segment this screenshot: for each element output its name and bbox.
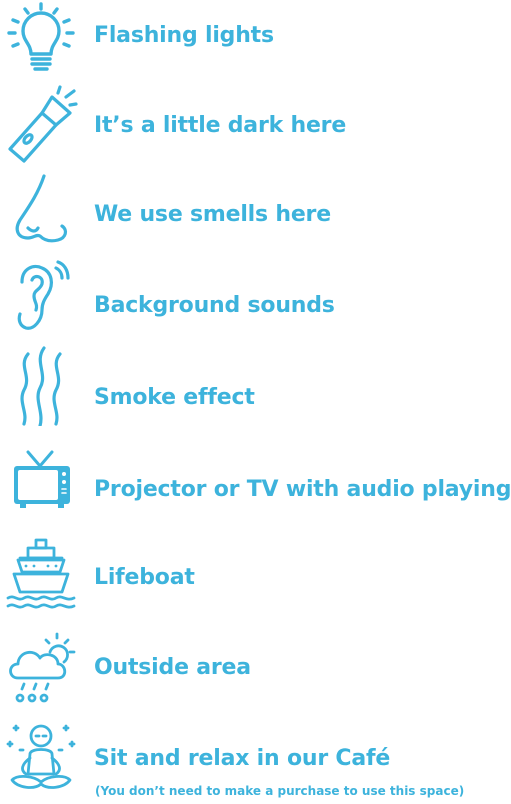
item-projector-tv: Projector or TV with audio playing <box>0 444 511 530</box>
tv-icon <box>4 444 78 524</box>
item-note: (You don’t need to make a purchase to us… <box>95 784 465 798</box>
item-label: Outside area <box>94 655 251 680</box>
item-label: Projector or TV with audio playing <box>94 477 511 502</box>
ear-icon <box>4 256 78 336</box>
nose-icon <box>4 172 78 252</box>
item-label: Smoke effect <box>94 385 255 410</box>
item-smells: We use smells here <box>0 172 511 250</box>
item-smoke-effect: Smoke effect <box>0 346 511 432</box>
item-label: It’s a little dark here <box>94 113 347 138</box>
meditating-person-icon <box>4 718 78 798</box>
lightbulb-icon <box>4 0 78 80</box>
item-lifeboat: Lifeboat <box>0 536 511 616</box>
item-outside-area: Outside area <box>0 626 511 708</box>
item-label: Flashing lights <box>94 23 274 48</box>
flashlight-icon <box>4 83 78 163</box>
item-label: Background sounds <box>94 293 335 318</box>
item-label: We use smells here <box>94 202 331 227</box>
lifeboat-icon <box>4 536 78 616</box>
item-flashing-lights: Flashing lights <box>0 0 511 80</box>
item-label: Lifeboat <box>94 565 195 590</box>
item-background-sounds: Background sounds <box>0 256 511 336</box>
item-little-dark: It’s a little dark here <box>0 83 511 169</box>
cloud-rain-sun-icon <box>4 626 78 706</box>
item-label: Sit and relax in our Café <box>94 746 391 771</box>
smoke-icon <box>4 346 78 426</box>
item-cafe: Sit and relax in our Café (You don’t nee… <box>0 718 511 804</box>
